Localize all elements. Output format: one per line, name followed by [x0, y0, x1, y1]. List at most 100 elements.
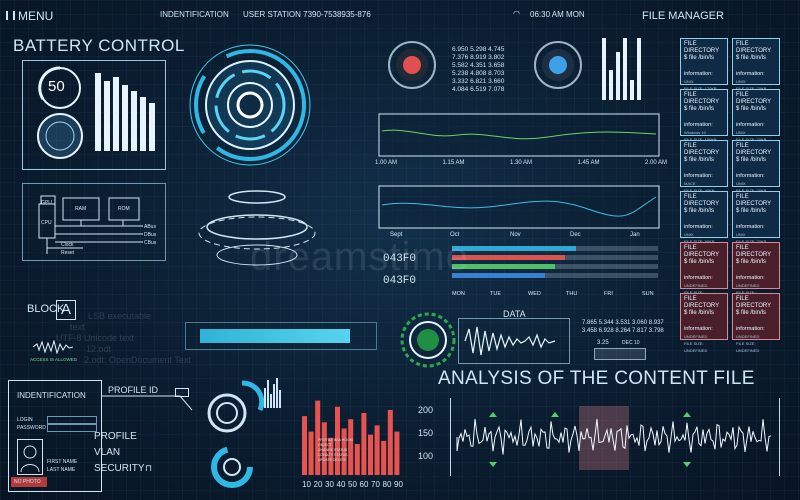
mini-bar: [264, 388, 266, 408]
file-card-path: $ file /bin/ls: [736, 259, 767, 265]
last-name-label: LAST NAME: [47, 467, 76, 473]
legend-line: UPDATE DELETE: [318, 458, 347, 462]
red-bar: [394, 431, 400, 475]
file-card-os: UNDEFINED: [736, 334, 760, 339]
no-photo-label: NO PHOTO: [14, 479, 41, 485]
battery-title: BATTERY CONTROL: [13, 36, 185, 55]
gauge-cyan-arc: [241, 380, 265, 412]
block-letter: A: [61, 301, 72, 318]
file-card-path: $ file /bin/ls: [736, 157, 767, 163]
weekday-label: TUE: [490, 291, 501, 297]
clock-signal-label: Clock: [61, 242, 74, 248]
x-tick-label: 80: [383, 480, 392, 489]
tick-label: 1.45 AM: [577, 160, 600, 166]
file-card-info: information:: [736, 326, 765, 332]
equalizer-bar: [630, 80, 634, 100]
file-card-os: UNIX: [684, 79, 694, 84]
background-text-line: text: [70, 322, 85, 332]
equalizer-bar: [609, 70, 613, 100]
file-card-info: information:: [684, 173, 713, 179]
file-card-info: information:: [736, 122, 765, 128]
mini-bar: [279, 390, 281, 408]
legend-line: CHANGE STATUS: [318, 448, 348, 452]
analysis-title: ANALYSIS OF THE CONTENT FILE: [438, 368, 755, 389]
file-card-title: FILE DIRECTORY: [736, 194, 772, 207]
login-field[interactable]: [47, 416, 97, 424]
rom-label: ROM: [118, 206, 130, 212]
file-card[interactable]: FILE DIRECTORY $ file /bin/ls information:…: [732, 191, 780, 244]
file-card-title: FILE DIRECTORY: [684, 194, 720, 207]
green-dial: [400, 312, 456, 368]
file-card-os: Windows 10: [684, 130, 706, 135]
file-card[interactable]: FILE DIRECTORY $ file /bin/ls information:…: [732, 242, 780, 302]
file-card-title: FILE DIRECTORY: [736, 143, 772, 156]
identification-card-title: INDENTIFICATION: [17, 391, 86, 400]
file-card-info: information:: [684, 71, 713, 77]
tick-label: Nov: [510, 232, 521, 238]
vlan-link[interactable]: VLAN: [94, 447, 120, 458]
legend-line: PROFILE BSA HOOM: [318, 438, 353, 442]
data-value: 3.25: [597, 340, 609, 346]
wifi-icon: ◠: [513, 9, 520, 18]
file-card-os: UNDEFINED: [736, 283, 760, 288]
profile-link[interactable]: PROFILE: [94, 431, 137, 442]
file-card[interactable]: FILE DIRECTORY $ file /bin/ls information:…: [680, 89, 728, 142]
progress-track: [452, 273, 658, 278]
menu-button[interactable]: MENU: [6, 9, 53, 23]
y-tick-label: 150: [418, 428, 433, 438]
password-field[interactable]: [47, 424, 97, 432]
x-tick-label: 70: [371, 480, 380, 489]
data-row: 3.458 6.928 8.264 7.817 3.798: [582, 328, 664, 334]
user-silhouette-icon: [20, 445, 40, 473]
file-card[interactable]: FILE DIRECTORY $ file /bin/ls information:…: [680, 293, 728, 353]
file-card[interactable]: FILE DIRECTORY $ file /bin/ls information:…: [680, 38, 728, 91]
reset-signal-label: Reset: [61, 250, 75, 256]
x-tick-label: 30: [325, 480, 334, 489]
file-card-info: information:: [736, 71, 765, 77]
status-progress-rows: [452, 246, 658, 282]
file-card[interactable]: FILE DIRECTORY $ file /bin/ls information:…: [680, 191, 728, 244]
mini-bar: [267, 380, 269, 408]
avatar: [17, 439, 43, 475]
equalizer-bar: [602, 38, 606, 100]
number-row: 5.238 4.808 8.703: [452, 70, 505, 77]
y-tick-label: 200: [418, 405, 433, 415]
x-tick-label: 90: [394, 480, 403, 489]
file-card-title: FILE DIRECTORY: [736, 41, 772, 54]
file-card-os: UNIX: [736, 232, 746, 237]
red-bar: [387, 409, 393, 475]
file-card-info: information:: [684, 326, 713, 332]
marker-up-icon: [551, 412, 559, 417]
battery-bar: [95, 73, 101, 151]
progress-fill: [452, 246, 576, 251]
waveform-path: [456, 418, 772, 455]
legend-line: LOYALTY STATUS: [318, 453, 348, 457]
file-card[interactable]: FILE DIRECTORY $ file /bin/ls information:…: [732, 140, 780, 193]
file-card[interactable]: FILE DIRECTORY $ file /bin/ls information:…: [732, 38, 780, 91]
file-card[interactable]: FILE DIRECTORY $ file /bin/ls information:…: [680, 140, 728, 193]
file-card-title: FILE DIRECTORY: [736, 92, 772, 105]
lock-icon: ⊓: [145, 463, 153, 473]
file-card-os: UNIX: [736, 130, 746, 135]
security-link[interactable]: SECURITY: [94, 463, 145, 474]
red-bar: [308, 431, 314, 475]
access-wave-icon: [32, 339, 74, 355]
file-card-title: FILE DIRECTORY: [684, 296, 720, 309]
password-label: PASSWORD: [17, 425, 46, 431]
file-card-path: $ file /bin/ls: [736, 55, 767, 61]
line-chart-time-ticks: 1.00 AM 1.15 AM 1.30 AM 1.45 AM 2.00 AM: [375, 160, 667, 170]
x-tick-label: 50: [348, 480, 357, 489]
file-card[interactable]: FILE DIRECTORY $ file /bin/ls information:…: [732, 89, 780, 142]
file-card-path: $ file /bin/ls: [684, 106, 715, 112]
file-card-path: $ file /bin/ls: [684, 208, 715, 214]
file-card-size: FILE SIZE: UNDEFINED: [736, 341, 760, 353]
file-card-os: UNDEFINED: [684, 334, 708, 339]
battery-bar: [140, 97, 146, 151]
no-photo-badge: NO PHOTO: [11, 477, 47, 487]
file-card[interactable]: FILE DIRECTORY $ file /bin/ls information:…: [680, 242, 728, 302]
block-letter-box: A: [56, 300, 76, 320]
file-card[interactable]: FILE DIRECTORY $ file /bin/ls information:…: [732, 293, 780, 353]
background-text-line: 2.odt: OpenDocument Text: [84, 355, 191, 365]
dbus-label: DBus: [144, 232, 157, 238]
file-card-size: FILE SIZE: UNDEFINED: [684, 341, 708, 353]
